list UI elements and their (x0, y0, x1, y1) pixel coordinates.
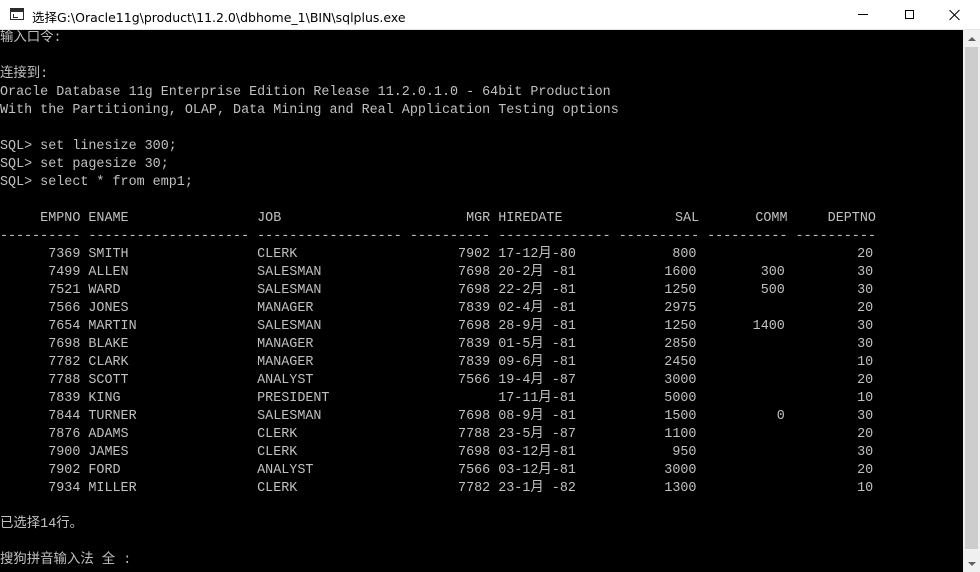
result-row: 7788 SCOTT ANALYST 7566 19-4月 -87 3000 2… (0, 373, 874, 388)
result-row: 7782 CLARK MANAGER 7839 09-6月 -81 2450 1… (0, 355, 874, 370)
scroll-up-button[interactable] (963, 30, 980, 47)
ime-status: 搜狗拼音输入法 全 : (0, 553, 132, 568)
result-row: 7902 FORD ANALYST 7566 03-12月-81 3000 20 (0, 463, 874, 478)
banner-line: Oracle Database 11g Enterprise Edition R… (0, 85, 611, 100)
sql-command: SQL> set linesize 300; (0, 139, 177, 154)
console-output[interactable]: 输入口令: 连接到: Oracle Database 11g Enterprise… (0, 30, 963, 572)
result-row: 7521 WARD SALESMAN 7698 22-2月 -81 1250 5… (0, 283, 874, 298)
vertical-scrollbar[interactable] (963, 30, 980, 572)
console-window: 选择G:\Oracle11g\product\11.2.0\dbhome_1\B… (0, 0, 980, 572)
password-prompt: 输入口令: (0, 31, 62, 46)
maximize-icon (904, 10, 914, 19)
title-bar[interactable]: 选择G:\Oracle11g\product\11.2.0\dbhome_1\B… (0, 0, 980, 30)
result-row: 7934 MILLER CLERK 7782 23-1月 -82 1300 10 (0, 481, 874, 496)
result-separator: ---------- -------------------- --------… (0, 229, 876, 244)
maximize-button[interactable] (886, 0, 932, 29)
scroll-down-button[interactable] (963, 555, 980, 572)
sql-command: SQL> set pagesize 30; (0, 157, 169, 172)
result-row: 7499 ALLEN SALESMAN 7698 20-2月 -81 1600 … (0, 265, 874, 280)
arrow-up-icon (967, 36, 976, 41)
arrow-down-icon (967, 561, 976, 566)
connected-label: 连接到: (0, 67, 49, 82)
result-row: 7369 SMITH CLERK 7902 17-12月-80 800 20 (0, 247, 874, 262)
console-app-icon (10, 8, 24, 20)
result-row: 7566 JONES MANAGER 7839 02-4月 -81 2975 2… (0, 301, 874, 316)
result-header: EMPNO ENAME JOB MGR HIREDATE SAL COMM DE… (0, 211, 876, 226)
minimize-icon (858, 14, 868, 15)
close-icon (949, 9, 961, 21)
close-button[interactable] (932, 0, 978, 29)
rows-selected-message: 已选择14行。 (0, 517, 84, 532)
result-row: 7844 TURNER SALESMAN 7698 08-9月 -81 1500… (0, 409, 874, 424)
window-title: 选择G:\Oracle11g\product\11.2.0\dbhome_1\B… (32, 10, 406, 25)
scroll-thumb[interactable] (965, 47, 978, 549)
banner-line: With the Partitioning, OLAP, Data Mining… (0, 103, 619, 118)
result-row: 7839 KING PRESIDENT 17-11月-81 5000 10 (0, 391, 874, 406)
result-row: 7654 MARTIN SALESMAN 7698 28-9月 -81 1250… (0, 319, 874, 334)
sql-command: SQL> select * from emp1; (0, 175, 193, 190)
result-row: 7698 BLAKE MANAGER 7839 01-5月 -81 2850 3… (0, 337, 874, 352)
result-row: 7876 ADAMS CLERK 7788 23-5月 -87 1100 20 (0, 427, 874, 442)
result-row: 7900 JAMES CLERK 7698 03-12月-81 950 30 (0, 445, 874, 460)
minimize-button[interactable] (840, 0, 886, 29)
